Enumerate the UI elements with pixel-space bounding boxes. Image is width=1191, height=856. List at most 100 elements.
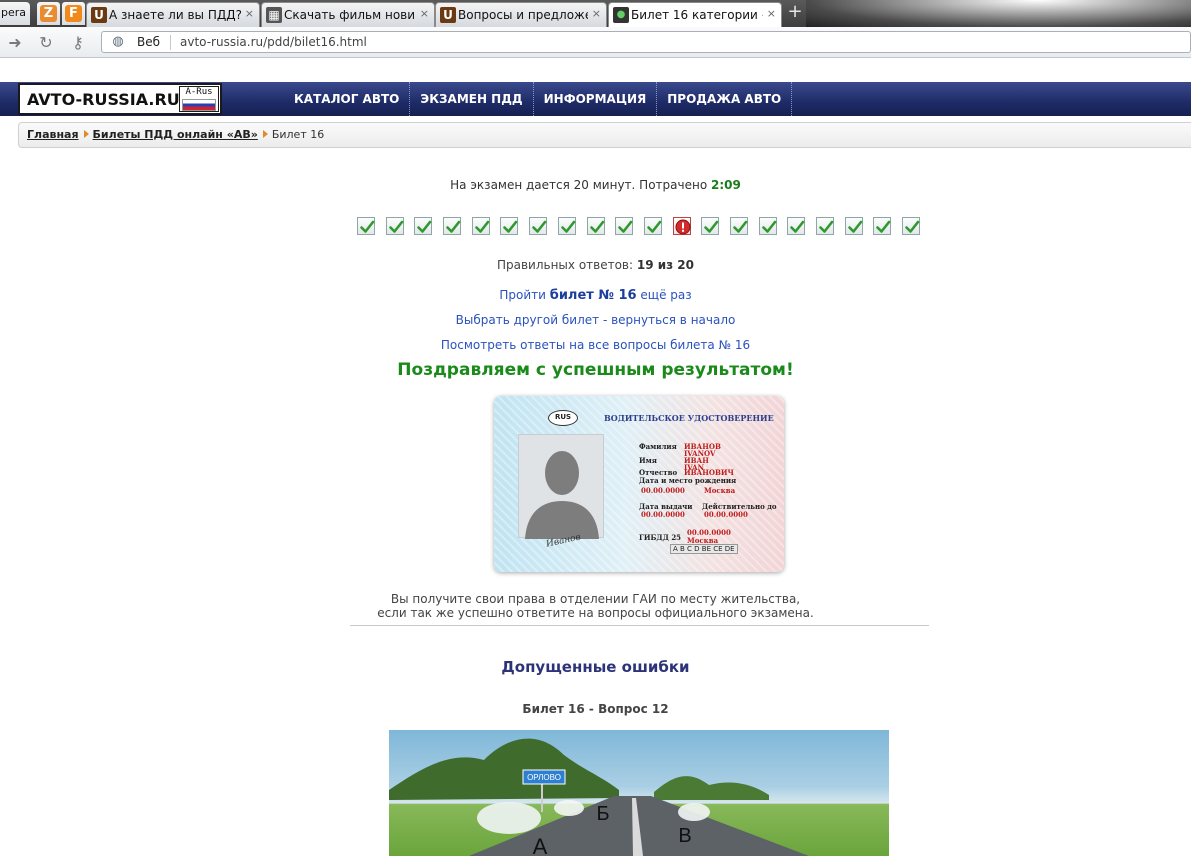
answer-correct-box[interactable] [729, 217, 748, 235]
site-logo[interactable]: AVTO-RUSSIA.RU A-Rus [18, 83, 222, 115]
answer-wrong-box[interactable] [672, 217, 691, 235]
retry-ticket-number: билет № 16 [549, 288, 637, 303]
retry-ticket-link[interactable]: Пройти билет № 16 ещё раз [499, 288, 691, 303]
road-scene: ОРЛОВО А Б В [389, 738, 809, 856]
score-value: 19 из 20 [636, 258, 695, 272]
close-icon[interactable]: × [767, 7, 776, 20]
score-label: Правильных ответов: [496, 258, 634, 272]
answer-correct-box[interactable] [385, 217, 404, 235]
car-label-b: Б [596, 803, 609, 825]
tab-title: А знаете ли вы ПДД? -... [109, 8, 241, 22]
answer-correct-box[interactable] [357, 217, 375, 235]
answer-correct-box[interactable] [758, 217, 777, 235]
tree-line-left [389, 738, 619, 800]
answer-correct-box[interactable] [787, 217, 806, 235]
gibdd-place-value: Москва [687, 536, 719, 545]
answer-correct-box[interactable] [529, 217, 548, 235]
russian-flag-icon [182, 99, 216, 111]
driver-license-image: RUS ВОДИТЕЛЬСКОЕ УДОСТОВЕРЕНИЕ Иванов Фа… [494, 396, 784, 572]
theme-background-image [806, 0, 1191, 27]
congrats-heading: Поздравляем с успешным результатом! [397, 360, 794, 380]
tab-title: Вопросы и предложе... [458, 8, 588, 22]
answer-correct-box[interactable] [902, 217, 921, 235]
answer-correct-box[interactable] [844, 217, 863, 235]
close-icon[interactable]: × [592, 7, 601, 20]
speed-dial-f-button[interactable]: F [62, 2, 85, 25]
town-sign-text: ОРЛОВО [527, 773, 561, 782]
timer-line: На экзамен дается 20 минут. Потрачено 2:… [0, 178, 1191, 192]
issue-date-value: 00.00.0000 [641, 510, 685, 519]
answer-correct-box[interactable] [615, 217, 634, 235]
z-icon: Z [40, 5, 57, 22]
web-label: Веб [137, 35, 161, 49]
logo-badge: A-Rus [179, 86, 219, 112]
car-a [477, 802, 541, 834]
speed-dial-z-button[interactable]: Z [37, 2, 60, 25]
car-c [678, 803, 710, 821]
checkmark-icon [417, 220, 432, 233]
checkmark-icon [532, 220, 547, 233]
logo-text: AVTO-RUSSIA.RU [27, 90, 180, 109]
answer-correct-box[interactable] [701, 217, 720, 235]
close-icon[interactable]: × [245, 7, 254, 20]
answer-correct-box[interactable] [557, 217, 576, 235]
key-icon[interactable]: ⚷ [68, 33, 88, 53]
name-label: Имя [639, 456, 657, 465]
answer-correct-box[interactable] [816, 217, 834, 235]
checkmark-icon [446, 220, 461, 233]
url-field[interactable]: ◍ Веб avto-russia.ru/pdd/bilet16.html [101, 31, 1191, 53]
answer-correct-box[interactable] [500, 217, 519, 235]
checkmark-icon [474, 220, 490, 233]
answer-correct-box[interactable] [471, 217, 490, 235]
answer-correct-box[interactable] [443, 217, 462, 235]
breadcrumb-current: Билет 16 [271, 128, 325, 141]
choose-other-ticket-link[interactable]: Выбрать другой билет - вернуться в начал… [456, 313, 736, 327]
answer-results-row [357, 217, 931, 237]
checkmark-icon [388, 220, 403, 233]
mistakes-heading: Допущенные ошибки [501, 658, 690, 676]
tab-title: Билет 16 категории «А... [631, 8, 763, 22]
new-tab-button[interactable]: + [786, 3, 804, 21]
birth-place-value: Москва [704, 486, 736, 495]
checkmark-icon [503, 220, 518, 233]
menu-item-sale[interactable]: ПРОДАЖА АВТО [657, 82, 793, 116]
checkmark-icon [790, 220, 805, 233]
car-label-a: А [533, 834, 548, 856]
surname-label: Фамилия [639, 442, 677, 451]
reload-icon[interactable]: ↻ [36, 33, 56, 53]
divider [170, 35, 171, 50]
film-icon: ▦ [266, 7, 282, 23]
menu-item-exam[interactable]: ЭКЗАМЕН ПДД [410, 82, 534, 116]
tab-bilet-16[interactable]: ● Билет 16 категории «А... × [608, 2, 782, 27]
tab-pdd-quiz[interactable]: U А знаете ли вы ПДД? -... × [86, 2, 260, 27]
checkmark-icon [647, 220, 662, 233]
ucoz-icon: U [91, 7, 107, 23]
tab-film-download[interactable]: ▦ Скачать фильм новин... × [261, 2, 435, 27]
valid-until-value: 00.00.0000 [704, 510, 748, 519]
menu-item-catalog[interactable]: КАТАЛОГ АВТО [284, 82, 411, 116]
menu-item-info[interactable]: ИНФОРМАЦИЯ [534, 82, 658, 116]
answer-correct-box[interactable] [586, 217, 605, 235]
close-icon[interactable]: × [420, 7, 429, 20]
birth-date-value: 00.00.0000 [641, 486, 685, 495]
url-text[interactable]: avto-russia.ru/pdd/bilet16.html [180, 32, 367, 52]
checkmark-icon [618, 220, 633, 233]
gibdd-label: ГИБДД 25 [639, 533, 682, 542]
tab-questions[interactable]: U Вопросы и предложе... × [435, 2, 607, 27]
checkmark-icon [819, 220, 834, 233]
breadcrumb-home-link[interactable]: Главная [27, 128, 79, 141]
logo-badge-label: A-Rus [185, 87, 213, 97]
answer-correct-box[interactable] [873, 217, 892, 235]
breadcrumb-section-link[interactable]: Билеты ПДД онлайн «АВ» [93, 128, 258, 141]
breadcrumb: Главная Билеты ПДД онлайн «АВ» Билет 16 [18, 122, 1191, 148]
answer-correct-box[interactable] [643, 217, 662, 235]
address-bar: ➜ ↻ ⚷ ◍ Веб avto-russia.ru/pdd/bilet16.h… [0, 27, 1191, 58]
person-silhouette-icon [525, 451, 599, 539]
view-answers-link[interactable]: Посмотреть ответы на все вопросы билета … [441, 338, 750, 352]
retry-prefix: Пройти [499, 288, 546, 302]
opera-menu-button[interactable]: pera [0, 2, 30, 25]
birth-label: Дата и место рождения [639, 476, 737, 485]
forward-arrow-icon[interactable]: ➜ [5, 33, 25, 53]
checkmark-icon [561, 220, 576, 233]
answer-correct-box[interactable] [414, 217, 433, 235]
